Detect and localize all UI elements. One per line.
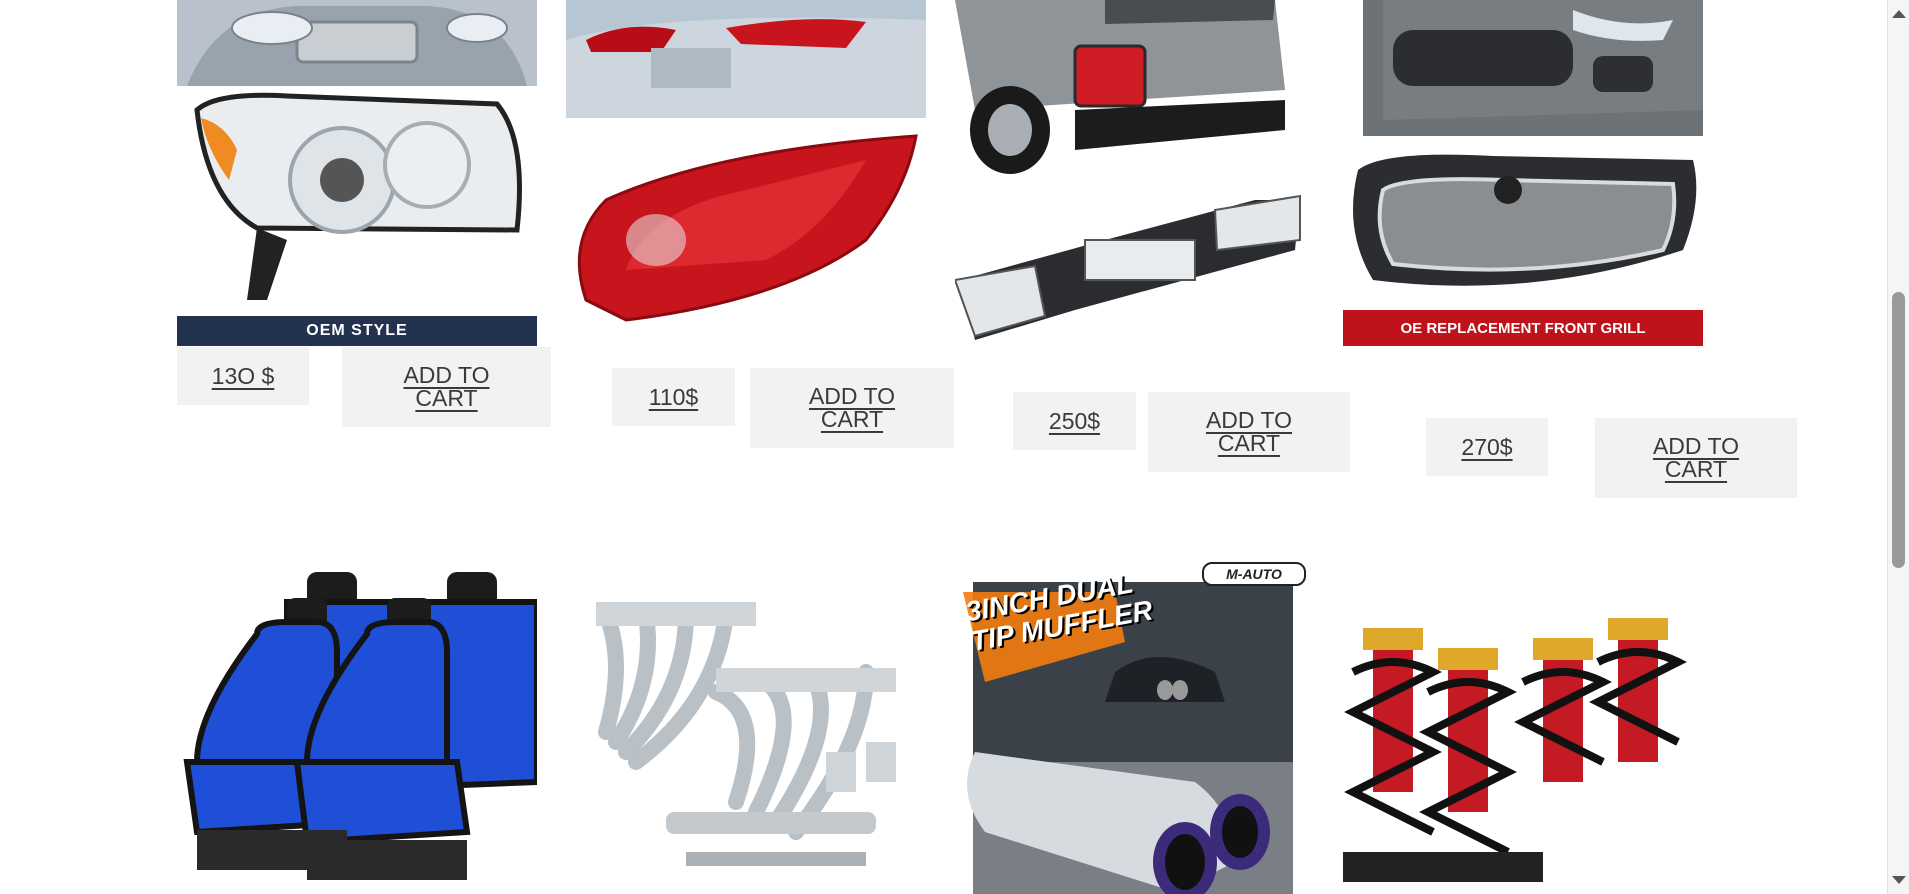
product-image-rear-bumper[interactable] <box>955 0 1315 346</box>
scroll-up-arrow-icon[interactable] <box>1892 10 1906 18</box>
product-image-exhaust-headers[interactable] <box>566 562 926 894</box>
product-banner-oe-replacement: OE REPLACEMENT FRONT GRILL <box>1400 319 1646 337</box>
add-to-cart-button[interactable]: ADD TO CART <box>750 368 954 448</box>
promo-brand-badge: M-AUTO <box>1202 562 1306 586</box>
product-image-coilover-springs[interactable] <box>1343 562 1703 894</box>
product-banner-oem-style: OEM STYLE <box>306 322 408 339</box>
exhaust-headers-illustration <box>596 602 896 866</box>
product-image-headlight[interactable]: OEM STYLE <box>177 0 537 346</box>
product-image-tail-light[interactable] <box>566 0 926 346</box>
add-to-cart-button[interactable]: ADD TO CART <box>1148 392 1350 472</box>
price-button[interactable]: 13O $ <box>177 347 309 405</box>
scroll-down-arrow-icon[interactable] <box>1892 876 1906 884</box>
headlight-illustration <box>177 0 537 346</box>
add-to-cart-button[interactable]: ADD TO CART <box>1595 418 1797 498</box>
seat-covers-illustration <box>183 572 537 880</box>
page: OEM STYLE 13O $ ADD TO CART 110$ ADD TO … <box>0 0 1887 894</box>
product-image-dual-tip-muffler[interactable]: M-AUTO 3INCH DUAL TIP MUFFLER <box>955 562 1315 894</box>
price-button[interactable]: 250$ <box>1013 392 1136 450</box>
vertical-scrollbar[interactable] <box>1887 0 1909 894</box>
scrollbar-thumb[interactable] <box>1892 292 1905 568</box>
product-image-front-grill[interactable]: OE REPLACEMENT FRONT GRILL <box>1343 0 1703 346</box>
add-to-cart-button[interactable]: ADD TO CART <box>342 347 551 427</box>
coilover-illustration <box>1343 618 1687 882</box>
rear-bumper-illustration <box>955 0 1315 340</box>
product-image-seat-covers[interactable] <box>177 562 537 894</box>
front-grill-illustration <box>1343 0 1703 346</box>
price-button[interactable]: 270$ <box>1426 418 1548 476</box>
price-button[interactable]: 110$ <box>612 368 735 426</box>
tail-light-illustration <box>566 0 926 322</box>
